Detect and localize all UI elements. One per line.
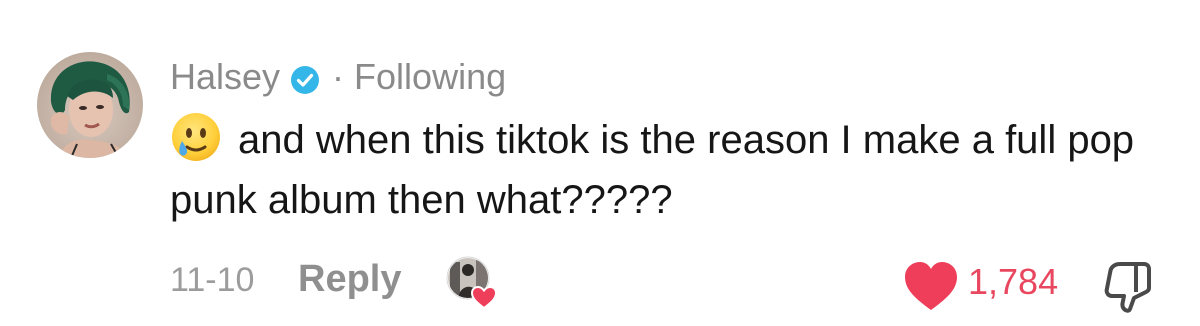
comment-footer: 11-10 Reply 1,784 xyxy=(0,248,1200,314)
avatar[interactable] xyxy=(37,52,143,158)
comment-date: 11-10 xyxy=(170,261,255,299)
reply-button[interactable]: Reply xyxy=(298,258,401,301)
username[interactable]: Halsey xyxy=(170,56,280,98)
creator-liked-heart-icon xyxy=(446,256,500,310)
comment-text: and when this tiktok is the reason I mak… xyxy=(170,110,1170,230)
comment-header: Halsey · Following xyxy=(170,52,506,102)
verified-badge-icon xyxy=(290,62,320,94)
header-separator: · xyxy=(332,56,345,97)
like-count: 1,784 xyxy=(968,261,1059,302)
crying-smile-emoji-icon xyxy=(170,111,222,163)
thumbs-down-icon[interactable] xyxy=(1100,258,1156,314)
following-label: Following xyxy=(354,56,507,97)
comment: Halsey · Following and when this tiktok … xyxy=(0,0,1200,326)
comment-body: and when this tiktok is the reason I mak… xyxy=(170,118,1135,222)
heart-icon[interactable] xyxy=(902,260,960,312)
